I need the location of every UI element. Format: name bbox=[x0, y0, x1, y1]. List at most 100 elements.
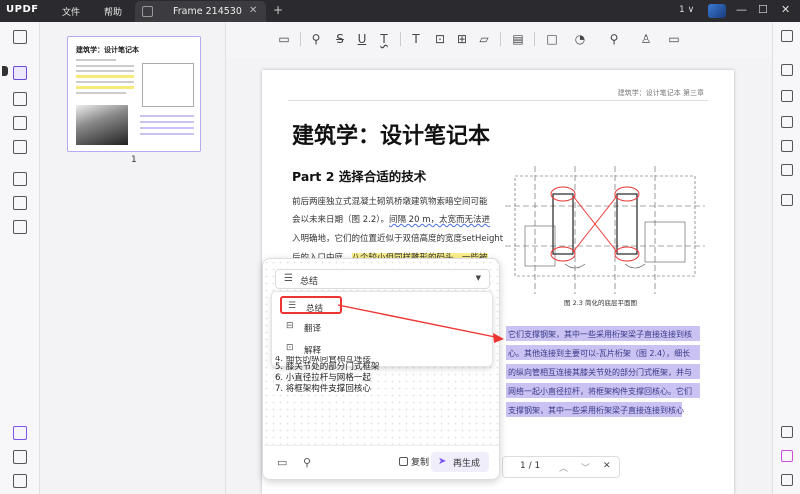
thumbnail-selection bbox=[140, 121, 194, 123]
result-item: 6. 小直径拉杆与网格一起 bbox=[275, 373, 371, 383]
toolbar-divider bbox=[400, 32, 401, 46]
option-translate[interactable]: ⊟ 翻译 bbox=[280, 318, 342, 336]
measure-icon[interactable]: ▭ bbox=[666, 31, 682, 47]
comment-icon[interactable]: ▭ bbox=[277, 456, 287, 469]
convert-icon[interactable] bbox=[13, 172, 27, 186]
thumbnail-plan bbox=[142, 63, 194, 107]
convert-pdf-icon[interactable] bbox=[781, 90, 793, 102]
avatar[interactable] bbox=[708, 4, 726, 18]
strikethrough-icon[interactable]: S bbox=[332, 31, 348, 47]
menu-file[interactable]: 文件 bbox=[62, 5, 80, 18]
running-head: 建筑学：设计笔记本 第三章 bbox=[617, 89, 704, 97]
stamp-icon[interactable]: ▤ bbox=[510, 31, 526, 47]
thumbnail-line bbox=[76, 81, 134, 83]
header-rule bbox=[288, 100, 708, 101]
document-icon bbox=[142, 6, 153, 17]
thumbnail-photo bbox=[76, 105, 128, 145]
settings-icon[interactable] bbox=[781, 474, 793, 486]
sticky-note-icon[interactable]: ▱ bbox=[476, 31, 492, 47]
explain-icon: ⊡ bbox=[286, 343, 294, 353]
right-tool-rail bbox=[772, 22, 800, 494]
list-icon: ☰ bbox=[284, 273, 293, 284]
close-window-icon[interactable]: ✕ bbox=[781, 3, 790, 16]
thumbnail-line bbox=[76, 65, 134, 67]
squiggly-annotation[interactable]: 间隔 20 m，太宽而无法进 bbox=[389, 215, 490, 225]
list-icon: ☰ bbox=[288, 301, 297, 311]
option-summarize[interactable]: ☰ 总结 bbox=[280, 296, 342, 314]
section-heading: Part 2 选择合适的技术 bbox=[292, 169, 427, 184]
textbox-icon[interactable]: ⊡ bbox=[432, 31, 448, 47]
pin-icon[interactable]: ⚲ bbox=[606, 31, 622, 47]
document-tab[interactable]: Frame 214530 ✕ bbox=[135, 1, 266, 22]
page-indicator[interactable]: 1 / 1 bbox=[520, 461, 540, 471]
form-icon[interactable] bbox=[13, 116, 27, 130]
comment-icon[interactable]: ▭ bbox=[276, 31, 292, 47]
prev-page-icon[interactable]: ︿ bbox=[559, 461, 568, 474]
maximize-icon[interactable]: ☐ bbox=[758, 3, 768, 16]
selected-text-line[interactable]: 网络一起小直径拉杆，将框架构件支撑回核心。它们 bbox=[508, 386, 692, 397]
thumbnail-highlight bbox=[76, 75, 134, 78]
thumbnail-selection bbox=[140, 127, 194, 129]
toolbar-divider bbox=[300, 32, 301, 46]
selected-text-line[interactable]: 支撑钢架，其中一些采用桁架梁子直接连接到核心 bbox=[508, 405, 684, 416]
crop-icon[interactable] bbox=[13, 196, 27, 210]
thumbnail-line bbox=[76, 70, 134, 72]
copy-button[interactable]: 复制 bbox=[399, 455, 429, 468]
selected-text-line[interactable]: 的纵向管相互连接其膝关节处的部分门式框架，并与 bbox=[508, 367, 692, 378]
selected-text-line[interactable]: 心。其他连接到主要可以-瓦片桁架（图 2.4），细长 bbox=[508, 348, 690, 359]
thumbnail-page-number: 1 bbox=[131, 155, 137, 165]
menu-help[interactable]: 帮助 bbox=[104, 5, 122, 18]
thumbnail-line bbox=[76, 59, 116, 61]
updf-ai-icon[interactable] bbox=[781, 450, 793, 462]
tab-title: Frame 214530 bbox=[173, 6, 242, 17]
reader-icon[interactable] bbox=[13, 30, 27, 44]
comment-mode-icon[interactable] bbox=[13, 66, 27, 80]
protect-icon[interactable] bbox=[781, 116, 793, 128]
save-icon[interactable] bbox=[781, 194, 793, 206]
result-item: 5. 膝关节处的部分门式框架 bbox=[275, 362, 380, 372]
bookmark-icon[interactable] bbox=[13, 450, 27, 464]
page-thumbnail[interactable]: 建筑学：设计笔记本 bbox=[67, 36, 201, 152]
organize-icon[interactable] bbox=[13, 220, 27, 234]
text-callout-icon[interactable]: ⊞ bbox=[454, 31, 470, 47]
option-label: 解释 bbox=[304, 346, 322, 356]
minimize-icon[interactable]: — bbox=[736, 3, 747, 16]
close-navigator-icon[interactable]: ✕ bbox=[603, 461, 611, 471]
attachment-icon[interactable] bbox=[13, 474, 27, 488]
thumbnail-highlight bbox=[76, 86, 134, 89]
highlight-icon[interactable]: ⚲ bbox=[303, 456, 311, 469]
close-tab-icon[interactable]: ✕ bbox=[249, 5, 257, 16]
page-tools-icon[interactable] bbox=[13, 140, 27, 154]
collapse-handle[interactable] bbox=[2, 66, 8, 76]
next-page-icon[interactable]: ﹀ bbox=[581, 461, 590, 474]
paragraph-text: 会以未来日期（图 2.2）。 bbox=[292, 215, 389, 225]
logo-text: UPDF bbox=[6, 4, 39, 15]
shape-icon[interactable]: □ bbox=[544, 31, 560, 47]
email-icon[interactable] bbox=[781, 164, 793, 176]
signature-icon[interactable]: ♙ bbox=[638, 31, 654, 47]
squiggly-icon[interactable]: T bbox=[376, 31, 392, 47]
paragraph-line: 前后两座独立式混凝土砌筑桥墩建筑物索暗空间可能 bbox=[292, 197, 488, 207]
ocr-icon[interactable] bbox=[781, 64, 793, 76]
paragraph-line: 入明确地，它们的位置近似于双倍高度的宽度setHeight bbox=[292, 234, 504, 244]
thumbnail-title: 建筑学：设计笔记本 bbox=[76, 46, 139, 54]
layers-icon[interactable] bbox=[13, 426, 27, 440]
text-icon[interactable]: T bbox=[408, 31, 424, 47]
regenerate-button[interactable]: ➤ 再生成 bbox=[431, 452, 489, 472]
selected-text-line[interactable]: 它们支撑钢架，其中一些采用桁架梁子直接连接到核 bbox=[508, 329, 692, 340]
annotation-toolbar: ▭ ⚲ S U T T ⊡ ⊞ ▱ ▤ □ ◔ ⚲ ♙ ▭ bbox=[226, 22, 772, 58]
underline-icon[interactable]: U bbox=[354, 31, 370, 47]
chat-ai-icon[interactable] bbox=[781, 426, 793, 438]
copy-label: 复制 bbox=[411, 458, 430, 468]
ai-mode-select[interactable]: ☰ 总结 ▼ bbox=[275, 269, 490, 289]
search-icon[interactable] bbox=[781, 30, 793, 42]
share-icon[interactable] bbox=[781, 140, 793, 152]
edit-pdf-icon[interactable] bbox=[13, 92, 27, 106]
pencil-icon[interactable]: ◔ bbox=[572, 31, 588, 47]
tab-count-dropdown[interactable]: 1 ∨ bbox=[679, 5, 694, 15]
page-title: 建筑学：设计笔记本 bbox=[292, 124, 491, 149]
add-tab-icon[interactable]: + bbox=[273, 3, 283, 17]
translate-icon: ⊟ bbox=[286, 321, 294, 331]
caret-down-icon: ▼ bbox=[475, 274, 481, 282]
highlight-icon[interactable]: ⚲ bbox=[308, 31, 324, 47]
